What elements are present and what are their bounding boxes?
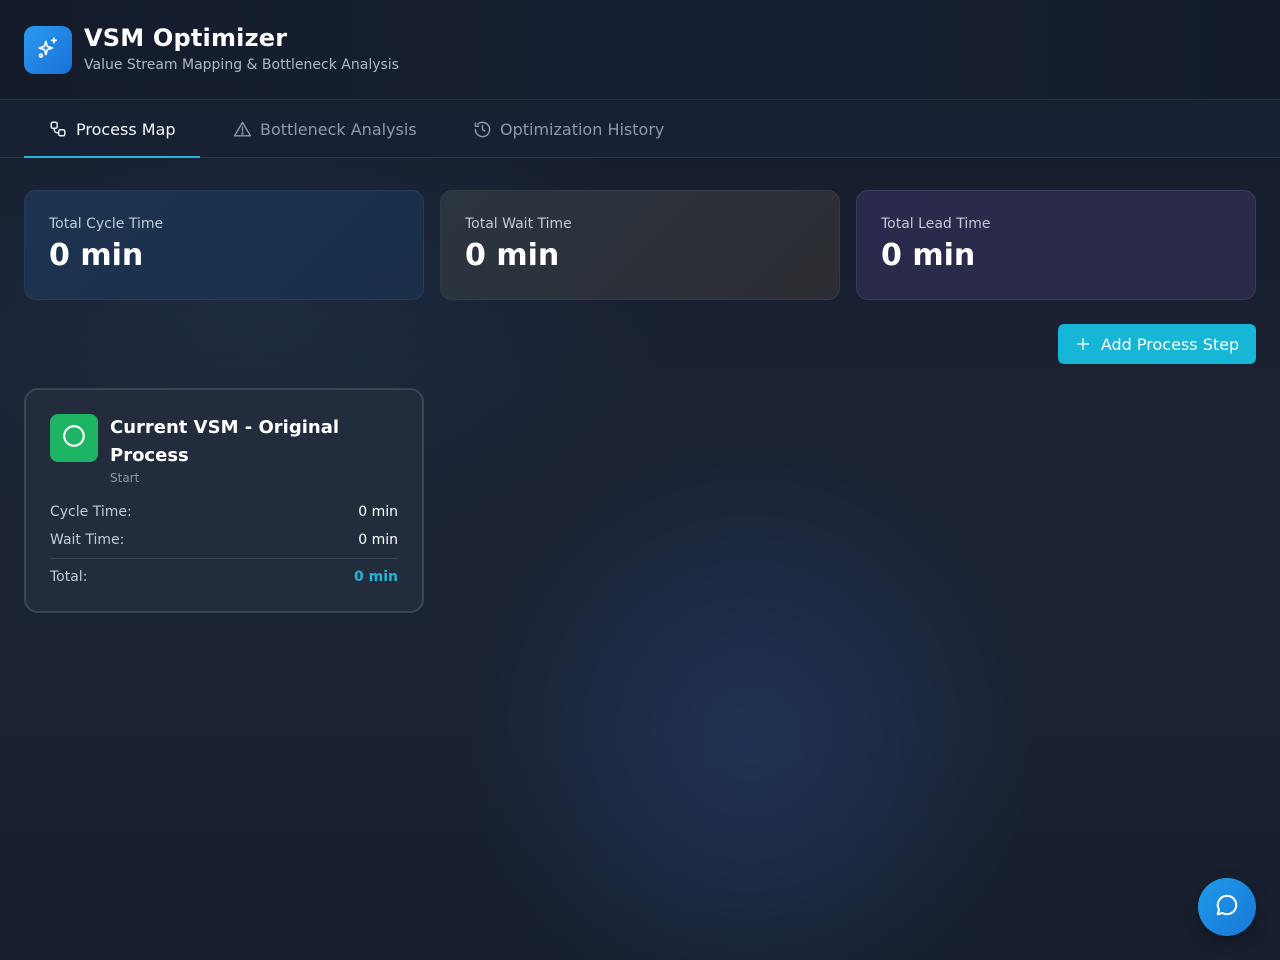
chat-bubble-icon [1214,892,1240,922]
stat-card-wait-time: Total Wait Time 0 min [440,190,840,300]
sparkles-icon [35,35,61,65]
history-icon [472,119,492,139]
tab-label: Process Map [76,119,176,139]
stat-label: Total Lead Time [881,216,991,232]
tab-label: Optimization History [500,119,665,139]
app-logo [24,26,72,74]
wait-time-value: 0 min [358,532,398,548]
app-subtitle: Value Stream Mapping & Bottleneck Analys… [84,57,399,73]
start-step-icon [50,414,98,462]
app-title: VSM Optimizer [84,24,288,52]
wait-time-label: Wait Time: [50,532,125,548]
process-step-type: Start [110,471,140,485]
circle-icon [61,423,87,453]
cycle-time-row: Cycle Time: 0 min [50,504,398,520]
total-time-value: 0 min [354,569,398,585]
stat-value: 0 min [881,238,976,273]
total-time-row: Total: 0 min [50,569,398,585]
process-step-card[interactable]: Current VSM - Original Process Start Cyc… [24,388,424,613]
cycle-time-value: 0 min [358,504,398,520]
tab-label: Bottleneck Analysis [260,119,417,139]
add-process-step-button[interactable]: Add Process Step [1058,324,1256,364]
tab-bottleneck-analysis[interactable]: Bottleneck Analysis [232,101,417,157]
chat-button[interactable] [1198,878,1256,936]
tab-bar: Process Map Bottleneck Analysis Optimiza… [0,101,1280,158]
stat-label: Total Wait Time [465,216,572,232]
plus-icon [1075,336,1091,352]
tab-process-map[interactable]: Process Map [24,101,200,158]
stat-card-lead-time: Total Lead Time 0 min [856,190,1256,300]
process-map-icon [48,119,68,139]
stat-value: 0 min [465,238,560,273]
app-header: VSM Optimizer Value Stream Mapping & Bot… [0,0,1280,100]
add-process-step-label: Add Process Step [1100,334,1240,354]
total-time-label: Total: [50,569,88,585]
stat-label: Total Cycle Time [49,216,164,232]
divider [50,558,398,559]
stat-card-cycle-time: Total Cycle Time 0 min [24,190,424,300]
tab-optimization-history[interactable]: Optimization History [472,101,664,157]
process-step-title: Current VSM - Original Process [110,417,340,466]
cycle-time-label: Cycle Time: [50,504,132,520]
stat-value: 0 min [49,238,144,273]
warning-triangle-icon [232,119,252,139]
wait-time-row: Wait Time: 0 min [50,532,398,548]
